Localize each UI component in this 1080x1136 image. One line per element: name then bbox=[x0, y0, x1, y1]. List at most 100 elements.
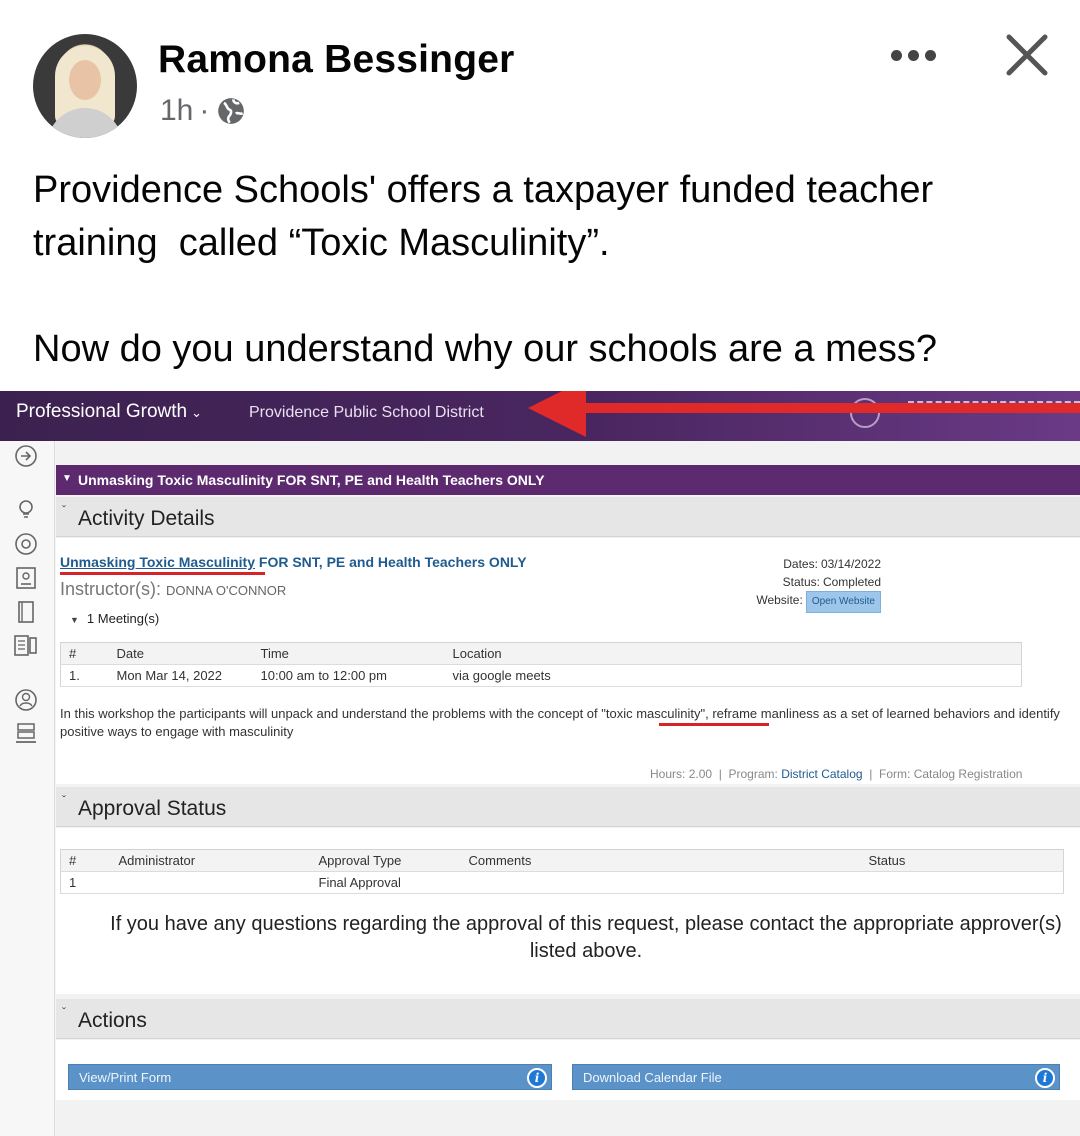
post-text: Providence Schools' offers a taxpayer fu… bbox=[33, 164, 1053, 376]
download-calendar-button[interactable]: Download Calendar File i bbox=[572, 1064, 1060, 1090]
more-options-icon[interactable] bbox=[887, 40, 939, 70]
activity-title-rest[interactable]: FOR SNT, PE and Health Teachers ONLY bbox=[255, 554, 527, 570]
hours-label: Hours: bbox=[650, 767, 686, 781]
activity-description: In this workshop the participants will u… bbox=[60, 705, 1060, 741]
col-header: Time bbox=[252, 642, 445, 665]
caret-down-icon: ▼ bbox=[70, 615, 79, 625]
approval-note: If you have any questions regarding the … bbox=[110, 913, 1062, 962]
at-sign-icon[interactable] bbox=[13, 531, 39, 557]
brand-menu[interactable]: Professional Growth ⌄ bbox=[16, 401, 202, 423]
view-print-label: View/Print Form bbox=[79, 1070, 172, 1085]
table-cell bbox=[110, 871, 311, 894]
activity-title-link[interactable]: Unmasking Toxic Masculinity FOR SNT, PE … bbox=[60, 554, 527, 570]
brand-label: Professional Growth bbox=[16, 401, 188, 422]
meetings-table: # Date Time Location 1. Mon Mar 14, 2022… bbox=[60, 642, 1022, 687]
close-icon[interactable] bbox=[1004, 32, 1050, 78]
hours-value: 2.00 bbox=[688, 767, 713, 781]
meetings-toggle[interactable]: ▼ 1 Meeting(s) bbox=[70, 611, 159, 626]
author-name[interactable]: Ramona Bessinger bbox=[158, 38, 515, 82]
table-cell: 1 bbox=[60, 871, 111, 894]
col-header: Comments bbox=[460, 849, 861, 872]
instructor-line: Instructor(s): DONNA O'CONNOR bbox=[60, 579, 286, 600]
arrow-right-circle-icon[interactable] bbox=[13, 443, 39, 469]
documents-icon[interactable] bbox=[13, 633, 39, 659]
course-title-bar[interactable]: ▼ Unmasking Toxic Masculinity FOR SNT, P… bbox=[56, 465, 1080, 495]
website-label: Website: bbox=[756, 593, 803, 607]
table-header-row: # Administrator Approval Type Comments S… bbox=[60, 849, 1064, 872]
program-label: Program: bbox=[728, 767, 778, 781]
status-label: Status: bbox=[782, 575, 820, 589]
collapse-icon: ˇ bbox=[62, 793, 66, 807]
left-sidebar bbox=[0, 441, 55, 1136]
actions-label: Actions bbox=[78, 1009, 147, 1032]
table-cell: Final Approval bbox=[310, 871, 461, 894]
red-underline-annotation bbox=[60, 572, 265, 575]
actions-header[interactable]: ˇ Actions bbox=[56, 999, 1080, 1039]
approval-status-header[interactable]: ˇ Approval Status bbox=[56, 787, 1080, 827]
table-cell bbox=[860, 871, 1064, 894]
approval-table: # Administrator Approval Type Comments S… bbox=[60, 849, 1064, 894]
description-highlight: toxic masculinity bbox=[605, 706, 701, 721]
contact-card-icon[interactable] bbox=[13, 565, 39, 591]
dates-label: Dates: bbox=[783, 557, 818, 571]
post-text-paragraph-1: Providence Schools' offers a taxpayer fu… bbox=[33, 169, 944, 264]
activity-meta: Hours: 2.00 | Program: District Catalog … bbox=[650, 767, 1023, 781]
col-header: # bbox=[60, 642, 109, 665]
meta-separator: · bbox=[199, 94, 210, 127]
post-header: Ramona Bessinger 1h · bbox=[0, 0, 1080, 150]
col-header: Date bbox=[108, 642, 253, 665]
activity-details-label: Activity Details bbox=[78, 507, 215, 530]
col-header: # bbox=[60, 849, 111, 872]
info-icon[interactable]: i bbox=[527, 1068, 547, 1088]
activity-info: Dates: 03/14/2022 Status: Completed Websit… bbox=[736, 555, 881, 613]
post-time[interactable]: 1h bbox=[160, 94, 193, 128]
instructor-name: DONNA O'CONNOR bbox=[166, 583, 287, 598]
globe-icon bbox=[218, 98, 245, 124]
view-print-form-button[interactable]: View/Print Form i bbox=[68, 1064, 552, 1090]
collapse-icon: ˇ bbox=[62, 503, 66, 517]
table-cell: via google meets bbox=[444, 664, 1022, 687]
status-value: Completed bbox=[822, 575, 881, 589]
approval-status-label: Approval Status bbox=[78, 797, 227, 820]
table-row: 1. Mon Mar 14, 2022 10:00 am to 12:00 pm… bbox=[60, 664, 1022, 687]
lightbulb-icon[interactable] bbox=[13, 497, 39, 523]
red-arrow-annotation-icon bbox=[528, 391, 1080, 437]
table-cell: Mon Mar 14, 2022 bbox=[108, 664, 253, 687]
open-website-button[interactable]: Open Website bbox=[805, 591, 881, 613]
instructor-label: Instructor(s): bbox=[60, 579, 162, 599]
table-row: 1 Final Approval bbox=[60, 871, 1064, 894]
attached-screenshot[interactable]: Professional Growth ⌄ Providence Public S… bbox=[0, 391, 1080, 1136]
dates-value: 03/14/2022 bbox=[820, 557, 881, 571]
red-underline-annotation bbox=[659, 723, 769, 726]
form-value: Catalog Registration bbox=[913, 767, 1023, 781]
district-name: Providence Public School District bbox=[249, 404, 484, 421]
description-text-1: In this workshop the participants will u… bbox=[60, 706, 606, 721]
col-header: Location bbox=[444, 642, 1022, 665]
chevron-down-icon: ⌄ bbox=[191, 405, 202, 420]
book-icon[interactable] bbox=[13, 599, 39, 625]
post-meta: 1h · bbox=[160, 94, 245, 128]
table-header-row: # Date Time Location bbox=[60, 642, 1022, 665]
col-header: Administrator bbox=[110, 849, 311, 872]
col-header: Status bbox=[860, 849, 1064, 872]
main-content: ▼ Unmasking Toxic Masculinity FOR SNT, P… bbox=[56, 441, 1080, 1136]
course-bar-title: Unmasking Toxic Masculinity FOR SNT, PE … bbox=[78, 472, 545, 488]
form-label: Form: bbox=[879, 767, 911, 781]
download-calendar-label: Download Calendar File bbox=[583, 1070, 722, 1085]
activity-title-underlined[interactable]: Unmasking Toxic Masculinity bbox=[60, 554, 255, 570]
table-cell bbox=[460, 871, 861, 894]
app-topbar: Professional Growth ⌄ Providence Public S… bbox=[0, 391, 1080, 441]
col-header: Approval Type bbox=[310, 849, 461, 872]
caret-down-icon: ▼ bbox=[62, 473, 72, 484]
post-text-paragraph-2: Now do you understand why our schools ar… bbox=[33, 328, 938, 370]
collapse-icon: ˇ bbox=[62, 1005, 66, 1019]
user-circle-icon[interactable] bbox=[13, 687, 39, 713]
table-cell: 10:00 am to 12:00 pm bbox=[252, 664, 445, 687]
program-value[interactable]: District Catalog bbox=[781, 767, 862, 781]
author-avatar[interactable] bbox=[33, 34, 137, 138]
stack-icon[interactable] bbox=[13, 721, 39, 747]
activity-details-header[interactable]: ˇ Activity Details bbox=[56, 497, 1080, 537]
table-cell: 1. bbox=[60, 664, 109, 687]
meetings-label: 1 Meeting(s) bbox=[86, 611, 160, 626]
info-icon[interactable]: i bbox=[1035, 1068, 1055, 1088]
